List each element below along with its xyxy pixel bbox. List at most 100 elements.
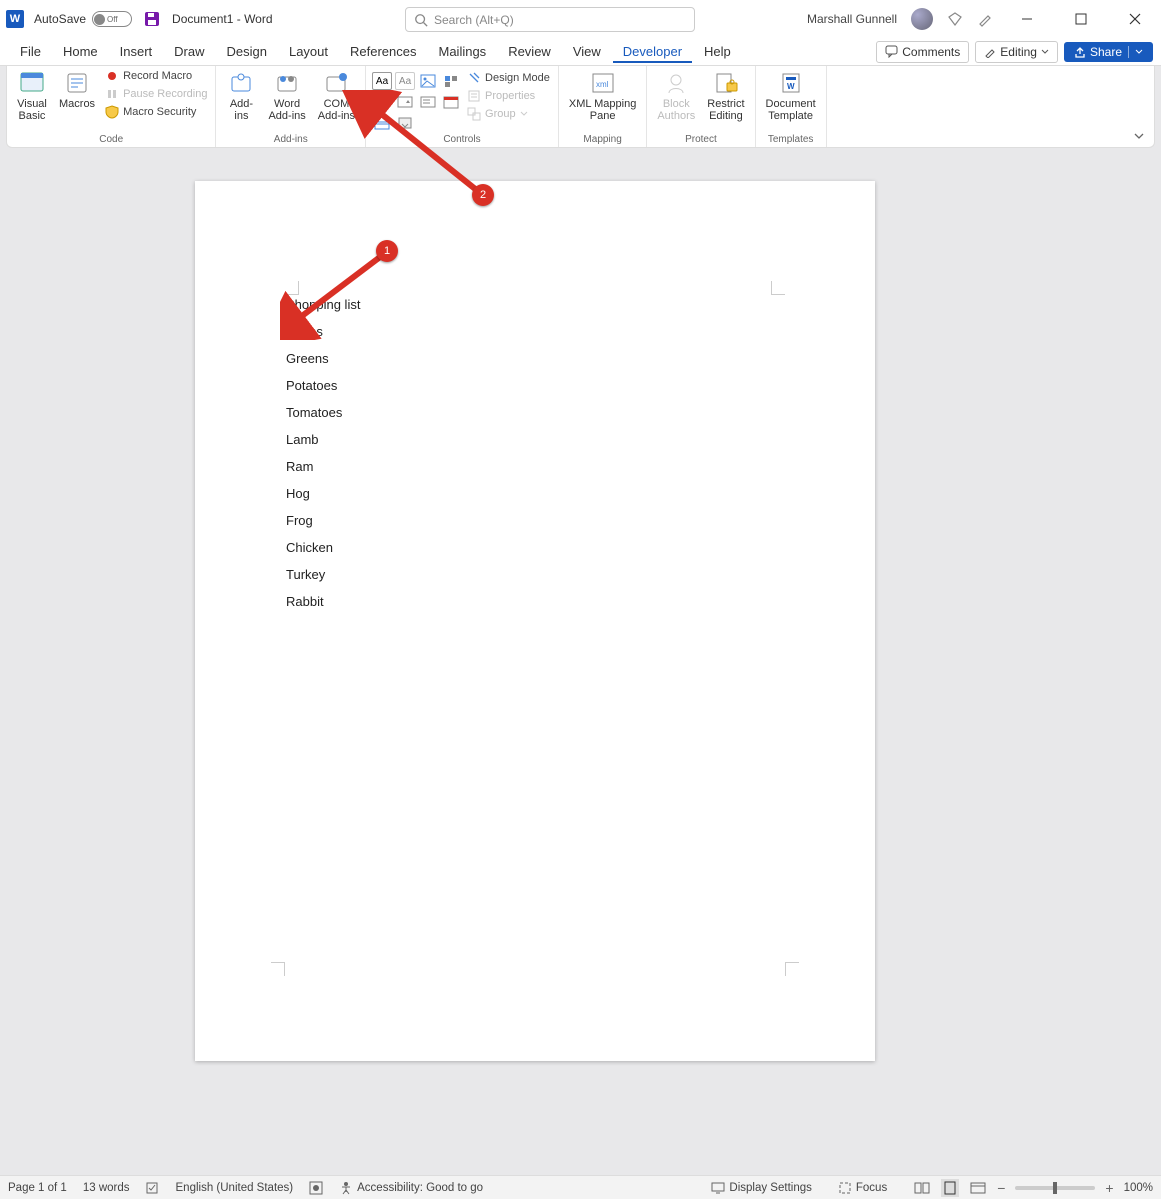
tab-file[interactable]: File — [10, 40, 51, 63]
search-box[interactable]: Search (Alt+Q) — [405, 7, 695, 32]
ribbon-tabs: FileHomeInsertDrawDesignLayoutReferences… — [0, 38, 1161, 66]
annotation-badge-1: 1 — [376, 240, 398, 262]
restrict-editing-icon — [713, 71, 739, 95]
tab-review[interactable]: Review — [498, 40, 561, 63]
avatar[interactable] — [911, 8, 933, 30]
pause-icon — [105, 87, 119, 101]
visual-basic-button[interactable]: Visual Basic — [13, 68, 51, 124]
group-label-templates: Templates — [768, 132, 814, 147]
zoom-in-button[interactable]: + — [1105, 1180, 1113, 1196]
document-template-button[interactable]: W Document Template — [762, 68, 820, 124]
building-block-control-icon[interactable] — [441, 72, 461, 90]
pen-icon[interactable] — [977, 11, 993, 27]
status-accessibility[interactable]: Accessibility: Good to go — [339, 1181, 483, 1195]
search-placeholder: Search (Alt+Q) — [434, 13, 514, 27]
status-word-count[interactable]: 13 words — [83, 1182, 130, 1194]
display-settings-button[interactable]: Display Settings — [711, 1181, 811, 1195]
legacy-tools-icon[interactable] — [395, 114, 415, 132]
zoom-level[interactable]: 100% — [1124, 1182, 1153, 1194]
document-line[interactable]: Ram — [286, 459, 360, 474]
document-line[interactable]: Hog — [286, 486, 360, 501]
tab-view[interactable]: View — [563, 40, 611, 63]
tab-home[interactable]: Home — [53, 40, 108, 63]
xml-mapping-button[interactable]: xml XML Mapping Pane — [565, 68, 640, 124]
document-workspace[interactable]: Shopping list Beans Greens Potatoes Tomatoes… — [0, 148, 1161, 1175]
tab-help[interactable]: Help — [694, 40, 741, 63]
document-line[interactable]: Rabbit — [286, 594, 360, 609]
document-line[interactable]: Greens — [286, 351, 360, 366]
diamond-icon[interactable] — [947, 11, 963, 27]
checkbox-control-icon[interactable] — [372, 93, 392, 111]
template-icon: W — [778, 71, 804, 95]
plain-text-control-icon[interactable]: Aa — [395, 72, 415, 90]
design-mode-button[interactable]: Design Mode — [465, 70, 552, 86]
document-line[interactable]: Shopping list — [286, 297, 360, 312]
rich-text-control-icon[interactable]: Aa — [372, 72, 392, 90]
minimize-button[interactable] — [1007, 4, 1047, 34]
tab-design[interactable]: Design — [217, 40, 277, 63]
properties-button: Properties — [465, 88, 552, 104]
tab-draw[interactable]: Draw — [164, 40, 214, 63]
document-line[interactable]: Lamb — [286, 432, 360, 447]
macro-security-button[interactable]: Macro Security — [103, 104, 209, 120]
com-addins-button[interactable]: COM Add-ins — [314, 68, 359, 124]
user-name[interactable]: Marshall Gunnell — [807, 12, 897, 26]
comments-button[interactable]: Comments — [876, 41, 969, 63]
document-line[interactable]: Potatoes — [286, 378, 360, 393]
title-bar: W AutoSave Off Document1 - Word Search (… — [0, 0, 1161, 38]
tab-mailings[interactable]: Mailings — [429, 40, 497, 63]
word-addins-button[interactable]: Word Add-ins — [264, 68, 309, 124]
display-settings-label: Display Settings — [729, 1182, 811, 1194]
zoom-out-button[interactable]: − — [997, 1180, 1005, 1196]
read-mode-button[interactable] — [913, 1179, 931, 1197]
zoom-slider[interactable] — [1015, 1186, 1095, 1190]
document-page[interactable]: Shopping list Beans Greens Potatoes Tomatoes… — [195, 181, 875, 1061]
record-macro-button[interactable]: Record Macro — [103, 68, 209, 84]
addins-button[interactable]: Add- ins — [222, 68, 260, 124]
ribbon-group-protect: Block Authors Restrict Editing Protect — [647, 66, 755, 147]
dropdown-control-icon[interactable] — [418, 93, 438, 111]
share-button[interactable]: Share — [1064, 42, 1153, 62]
status-language[interactable]: English (United States) — [176, 1182, 294, 1194]
tab-insert[interactable]: Insert — [110, 40, 163, 63]
visual-basic-icon — [19, 71, 45, 95]
status-spellcheck[interactable] — [146, 1181, 160, 1195]
share-label: Share — [1090, 45, 1122, 59]
restrict-editing-button[interactable]: Restrict Editing — [703, 68, 748, 124]
date-picker-control-icon[interactable] — [441, 93, 461, 111]
document-line[interactable]: Frog — [286, 513, 360, 528]
document-line[interactable]: Chicken — [286, 540, 360, 555]
close-button[interactable] — [1115, 4, 1155, 34]
ribbon-collapse-button[interactable] — [1130, 129, 1148, 143]
properties-label: Properties — [485, 90, 535, 102]
tab-developer[interactable]: Developer — [613, 40, 692, 63]
status-page[interactable]: Page 1 of 1 — [8, 1182, 67, 1194]
autosave-toggle[interactable]: Off — [92, 11, 132, 27]
tab-references[interactable]: References — [340, 40, 426, 63]
save-icon[interactable] — [144, 11, 160, 27]
web-layout-button[interactable] — [969, 1179, 987, 1197]
group-control-label: Group — [485, 108, 516, 120]
document-template-label: Document Template — [766, 98, 816, 122]
combobox-control-icon[interactable] — [395, 93, 415, 111]
xml-icon: xml — [590, 71, 616, 95]
document-line[interactable]: Tomatoes — [286, 405, 360, 420]
focus-button[interactable]: Focus — [838, 1181, 887, 1195]
tab-layout[interactable]: Layout — [279, 40, 338, 63]
status-macro[interactable] — [309, 1181, 323, 1195]
chevron-down-icon — [1041, 48, 1049, 56]
ribbon-group-controls: Aa Aa Design Mode Properties — [366, 66, 559, 147]
document-line[interactable]: Beans — [286, 324, 360, 339]
editing-button[interactable]: Editing — [975, 41, 1058, 63]
group-label-code: Code — [99, 132, 123, 147]
svg-text:W: W — [787, 82, 795, 91]
document-content[interactable]: Shopping list Beans Greens Potatoes Tomatoes… — [286, 297, 360, 621]
maximize-button[interactable] — [1061, 4, 1101, 34]
print-layout-button[interactable] — [941, 1179, 959, 1197]
word-app-icon: W — [6, 10, 24, 28]
picture-control-icon[interactable] — [418, 72, 438, 90]
repeating-section-control-icon[interactable] — [372, 114, 392, 132]
properties-icon — [467, 89, 481, 103]
macros-button[interactable]: Macros — [55, 68, 99, 112]
document-line[interactable]: Turkey — [286, 567, 360, 582]
